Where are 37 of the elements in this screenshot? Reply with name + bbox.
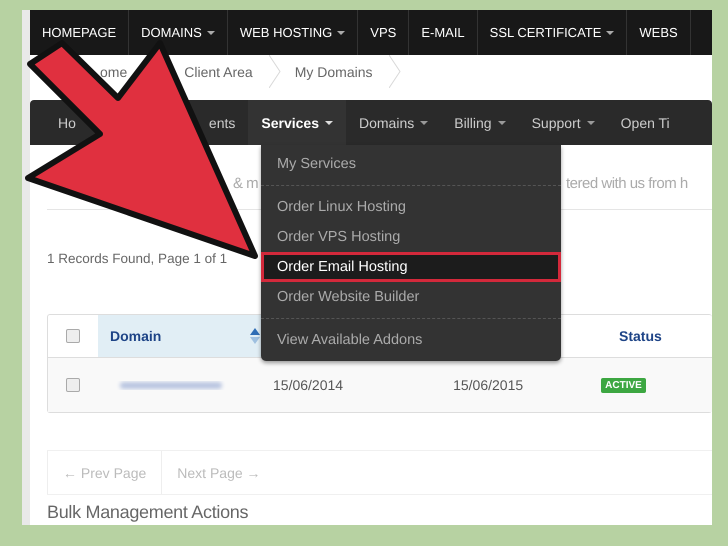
menu-item[interactable]: My Services (261, 149, 561, 179)
breadcrumb-separator-icon (268, 55, 281, 88)
column-header[interactable]: Status (619, 328, 662, 344)
checkbox[interactable] (66, 378, 80, 392)
table-cell: 15/06/2015 (453, 377, 524, 393)
nav-tab[interactable]: ents (208, 114, 236, 130)
nav-tab[interactable]: Ho (58, 114, 76, 130)
nav-tab[interactable]: Services (248, 100, 346, 145)
caret-icon (324, 120, 333, 124)
caret-icon (206, 30, 215, 34)
nav-tab[interactable]: Billing (454, 114, 506, 130)
section-title: Bulk Management Actions (47, 502, 250, 523)
table-cell: 15/06/2014 (273, 377, 344, 393)
intro-text: tered with us from h (566, 175, 688, 192)
sort-icon[interactable] (249, 327, 261, 345)
status-badge: ACTIVE (601, 378, 646, 392)
menu-item[interactable]: Order VPS Hosting (261, 222, 561, 252)
caret-icon (337, 30, 346, 34)
caret-icon (498, 120, 506, 124)
nav-tab[interactable]: Open Ti (620, 114, 670, 130)
column-header[interactable]: Domain (110, 328, 162, 344)
menu-item[interactable]: Order Linux Hosting (261, 192, 561, 222)
records-count: 1 Records Found, Page 1 of 1 (47, 251, 228, 266)
caret-icon (586, 120, 595, 124)
caret-icon (420, 120, 428, 124)
menu-item[interactable]: View Available Addons (261, 325, 561, 355)
breadcrumb-link[interactable]: ome (100, 64, 128, 80)
intro-text: & m (233, 175, 258, 192)
nav-tab[interactable]: Support (532, 114, 595, 130)
breadcrumb-separator-icon (388, 55, 401, 88)
checkbox[interactable] (66, 329, 80, 343)
menu-item[interactable]: Order Email Hosting (261, 252, 561, 282)
nav-tab[interactable]: Domains (358, 114, 428, 130)
breadcrumb-link[interactable]: Client Area (184, 64, 253, 80)
breadcrumb-link[interactable]: My Domains (294, 64, 373, 80)
caret-icon (606, 30, 614, 34)
menu-item[interactable]: Order Website Builder (261, 282, 561, 312)
